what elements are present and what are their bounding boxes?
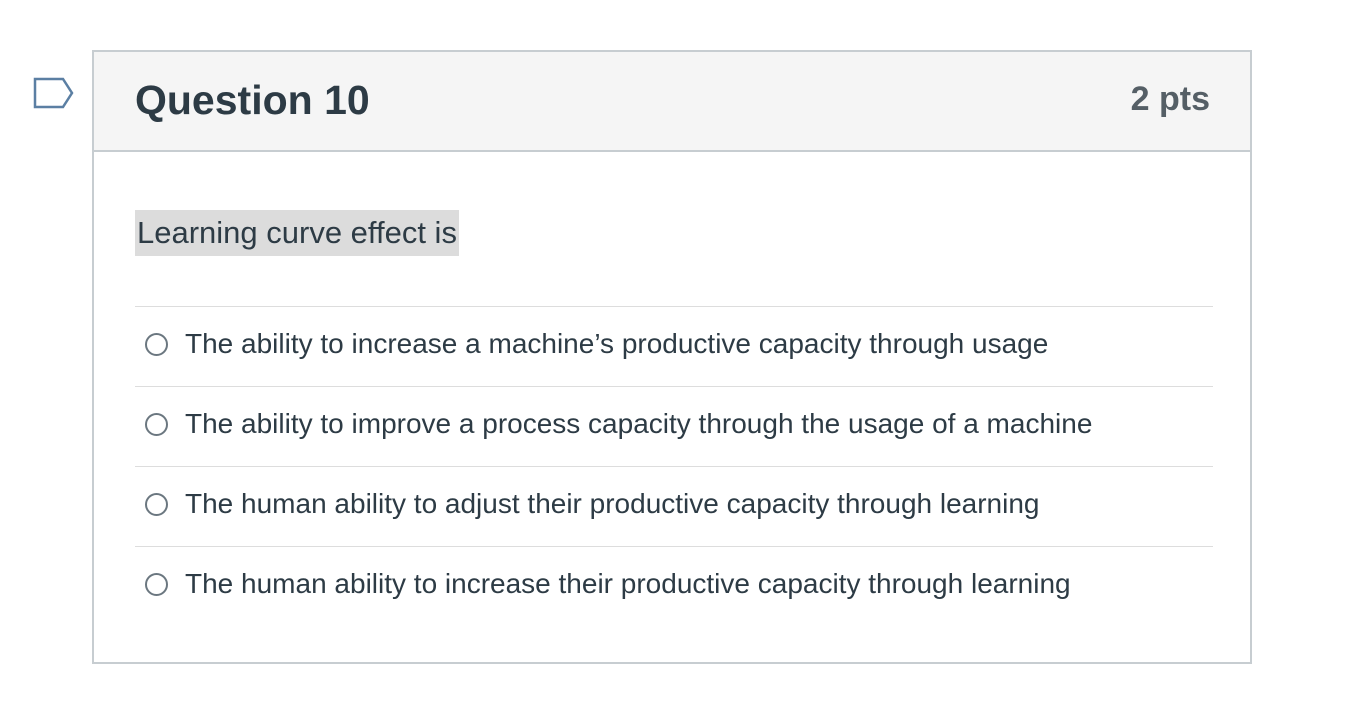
radio-button[interactable] xyxy=(145,493,168,516)
flag-icon[interactable] xyxy=(33,76,75,112)
radio-button[interactable] xyxy=(145,333,168,356)
question-points: 2 pts xyxy=(1130,80,1210,118)
question-title: Question 10 xyxy=(135,77,370,123)
answer-option[interactable]: The human ability to increase their prod… xyxy=(135,546,1213,626)
answer-option[interactable]: The human ability to adjust their produc… xyxy=(135,466,1213,546)
question-text: Learning curve effect is xyxy=(135,210,459,256)
answer-list: The ability to increase a machine’s prod… xyxy=(135,306,1213,626)
answer-option[interactable]: The ability to improve a process capacit… xyxy=(135,386,1213,466)
question-card: Question 10 2 pts Learning curve effect … xyxy=(92,50,1252,664)
question-header: Question 10 2 pts xyxy=(94,52,1250,152)
radio-button[interactable] xyxy=(145,573,168,596)
radio-button[interactable] xyxy=(145,413,168,436)
answer-option[interactable]: The ability to increase a machine’s prod… xyxy=(135,306,1213,386)
answer-label[interactable]: The ability to increase a machine’s prod… xyxy=(185,326,1048,362)
answer-label[interactable]: The human ability to adjust their produc… xyxy=(185,486,1040,522)
answer-label[interactable]: The ability to improve a process capacit… xyxy=(185,406,1092,442)
answer-label[interactable]: The human ability to increase their prod… xyxy=(185,566,1071,602)
